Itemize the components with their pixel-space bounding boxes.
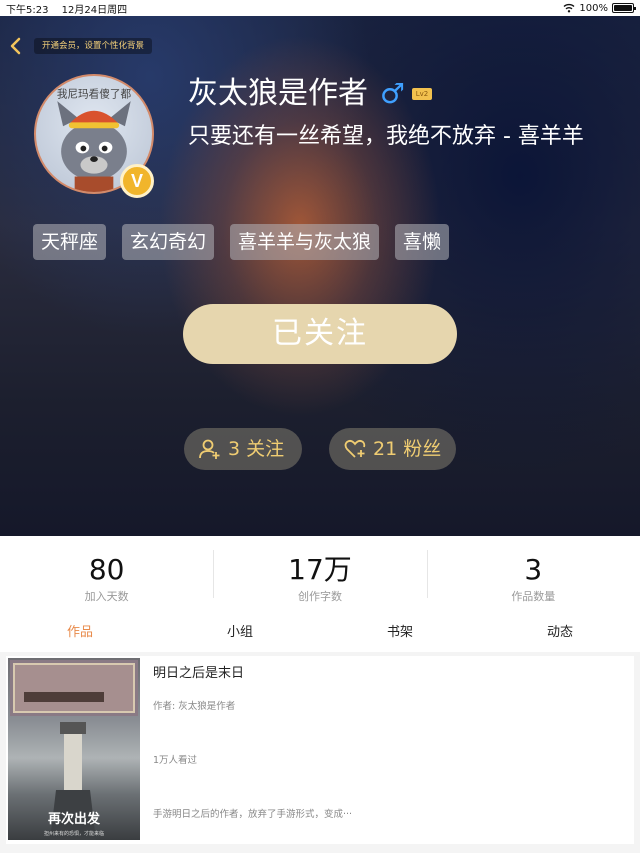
book-cover[interactable]: 再次出发 担州来有的恐惧，才能来临: [8, 658, 140, 840]
book-reads: 1万人看过: [153, 755, 198, 766]
stat-works-count: 3 作品数量: [426, 536, 640, 614]
book-card[interactable]: 再次出发 担州来有的恐惧，才能来临 明日之后是末日 作者: 灰太狼是作者 1万人…: [6, 656, 634, 844]
battery-percent: 100%: [579, 2, 608, 14]
stat-join-days: 80 加入天数: [0, 536, 213, 614]
stat-label: 创作字数: [297, 590, 342, 603]
tag-item[interactable]: 喜懒: [395, 224, 450, 260]
stat-label: 加入天数: [84, 590, 129, 603]
book-author: 作者: 灰太狼是作者: [153, 701, 236, 712]
status-time: 下午5:23: [6, 4, 49, 16]
stat-value: 80: [88, 553, 125, 586]
tag-item[interactable]: 喜羊羊与灰太狼: [230, 224, 380, 260]
avatar-caption: 我尼玛看傻了都: [57, 87, 132, 100]
tab-groups[interactable]: 小组: [160, 614, 320, 652]
stats-row: 80 加入天数 17万 创作字数 3 作品数量: [0, 536, 640, 614]
cover-title: 再次出发: [48, 811, 101, 827]
follow-button[interactable]: 已关注: [183, 304, 457, 364]
battery-fill: [614, 5, 632, 11]
heart-plus-icon: [344, 439, 366, 458]
user-motto: 只要还有一丝希望，我绝不放弃 - 喜羊羊: [188, 124, 584, 149]
fans-button[interactable]: 21 粉丝: [329, 428, 456, 470]
status-left: 下午5:23 12月24日周四: [6, 1, 137, 16]
status-right: 100%: [563, 2, 636, 14]
vip-background-banner[interactable]: 开通会员，设置个性化背景: [34, 38, 153, 54]
tab-bookshelf[interactable]: 书架: [320, 614, 480, 652]
tag-item[interactable]: 天秤座: [33, 224, 107, 260]
status-date: 12月24日周四: [61, 4, 128, 16]
stat-value: 3: [524, 553, 543, 586]
tag-list: 天秤座 玄幻奇幻 喜羊羊与灰太狼 喜懒: [33, 224, 450, 260]
stat-word-count: 17万 创作字数: [213, 536, 426, 614]
book-cover-image: 再次出发 担州来有的恐惧，才能来临: [10, 660, 138, 840]
back-button[interactable]: [6, 36, 26, 56]
tab-works[interactable]: 作品: [0, 614, 160, 652]
status-bar: 下午5:23 12月24日周四 100%: [0, 0, 640, 16]
following-button[interactable]: 3 关注: [184, 428, 302, 470]
fans-count: 21 粉丝: [373, 438, 442, 460]
book-title[interactable]: 明日之后是末日: [153, 662, 244, 681]
level-badge: Lv2: [412, 88, 432, 100]
vip-badge: V: [120, 164, 154, 198]
male-icon: ♂: [380, 77, 406, 110]
stat-label: 作品数量: [511, 590, 556, 603]
tag-item[interactable]: 玄幻奇幻: [122, 224, 215, 260]
following-count: 3 关注: [228, 438, 285, 460]
profile-tabs: 作品 小组 书架 动态: [0, 614, 640, 652]
profile-hero: 开通会员，设置个性化背景 我尼玛看傻了都 V 灰太狼是作者 ♂ Lv2 只要还有…: [0, 16, 640, 536]
stat-value: 17万: [288, 553, 352, 586]
tab-activity[interactable]: 动态: [480, 614, 640, 652]
wifi-icon: [563, 3, 575, 13]
cover-subtitle: 担州来有的恐惧，才能来临: [44, 830, 104, 837]
user-add-icon: [199, 439, 220, 459]
user-name: 灰太狼是作者: [188, 76, 368, 111]
chevron-left-icon: [10, 37, 21, 55]
book-description: 手游明日之后的作者，放弃了手游形式，变成···: [153, 809, 353, 820]
battery-icon: [612, 3, 636, 13]
